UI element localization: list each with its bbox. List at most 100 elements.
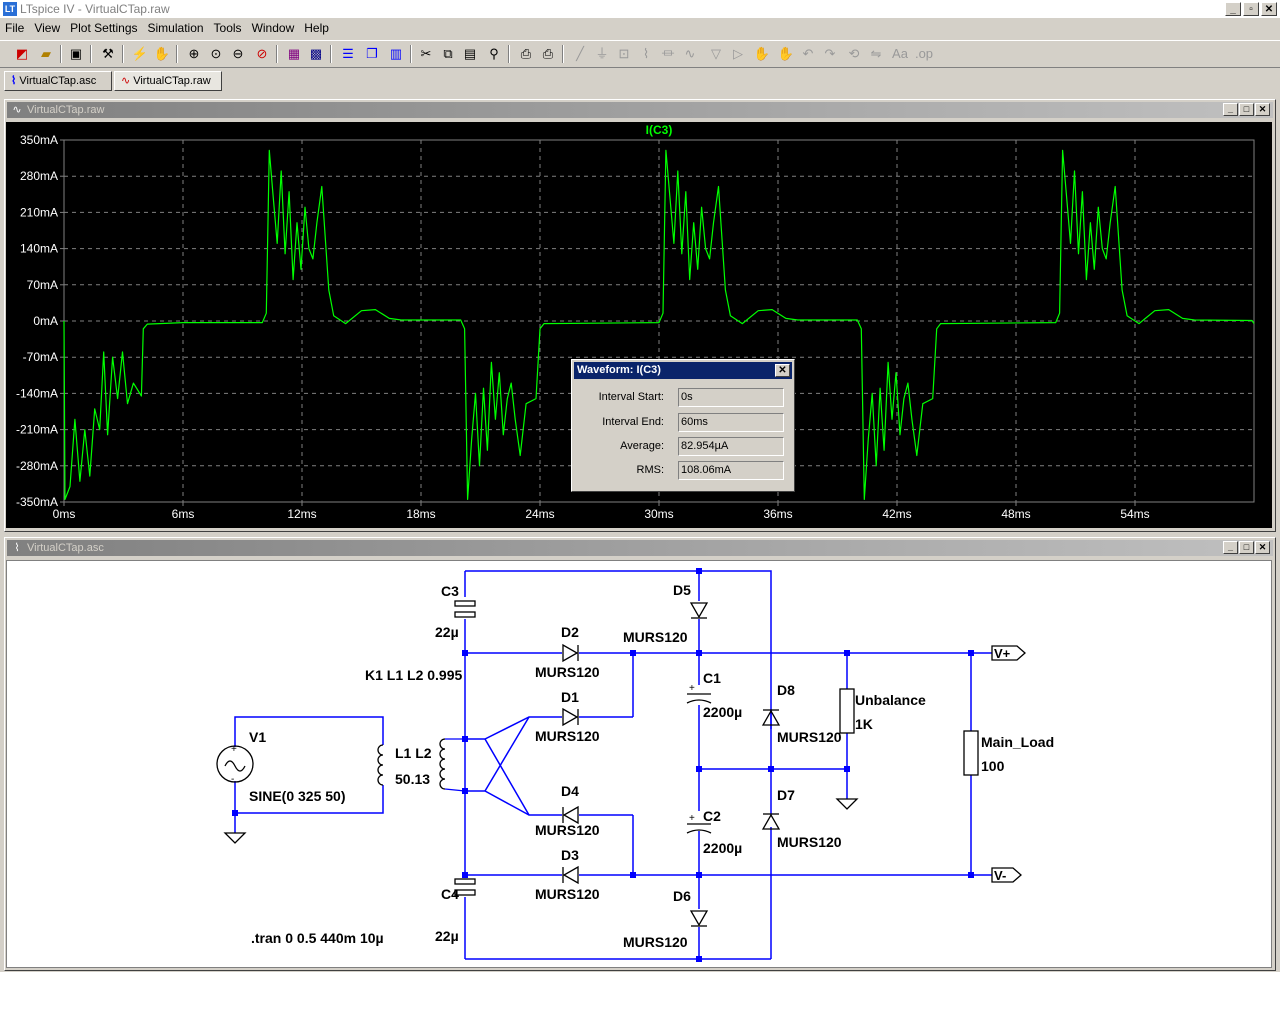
autorange-icon[interactable]: ▦ <box>284 44 304 64</box>
schematic-drawing[interactable]: + + + - C3 22µ C4 22µ C1 2200µ C2 2200µ … <box>7 561 1271 967</box>
wire-icon[interactable]: ╱ <box>570 44 590 64</box>
zoom-fit-icon[interactable]: ⊙ <box>206 44 226 64</box>
diode-d1[interactable] <box>562 707 579 727</box>
x-tick-label: 6ms <box>172 507 195 521</box>
schematic-window-title-bar[interactable]: ⌇ VirtualCTap.asc _ □ ✕ <box>7 540 1273 556</box>
maximize-button[interactable]: □ <box>1239 103 1254 116</box>
ground-icon[interactable]: ⏚ <box>592 44 612 64</box>
maximize-button[interactable]: □ <box>1239 541 1254 554</box>
toolbar-separator <box>508 45 510 63</box>
drag-icon[interactable]: ✋ <box>776 44 796 64</box>
paste-icon[interactable]: ▤ <box>460 44 480 64</box>
print-preview-icon[interactable]: ⎙ <box>516 44 536 64</box>
control-panel-icon[interactable]: ⚒ <box>98 44 118 64</box>
minimize-button[interactable]: _ <box>1223 103 1238 116</box>
c4-value: 22µ <box>435 928 459 944</box>
cascade-icon[interactable]: ❐ <box>362 44 382 64</box>
dialog-close-button[interactable]: ✕ <box>775 364 790 377</box>
junction-dot <box>968 650 974 656</box>
y-tick-label: 280mA <box>20 169 58 183</box>
close-button[interactable]: ✕ <box>1255 541 1270 554</box>
open-folder-icon[interactable]: ▰ <box>36 44 56 64</box>
l-name: L1 L2 <box>395 745 432 761</box>
zoom-in-icon[interactable]: ⊕ <box>184 44 204 64</box>
component-icon[interactable]: ▷ <box>728 44 748 64</box>
d5-name: D5 <box>673 582 691 598</box>
menu-help[interactable]: Help <box>299 21 334 35</box>
waveform-measurement-dialog: Waveform: I(C3) ✕ Interval Start: 0s Int… <box>571 359 795 492</box>
capacitor-icon[interactable]: ⏛ <box>658 44 678 64</box>
label-net-icon[interactable]: ⊡ <box>614 44 634 64</box>
d5-model: MURS120 <box>623 629 688 645</box>
junction-dot <box>696 766 702 772</box>
redo-icon[interactable]: ↷ <box>820 44 840 64</box>
inductor-l2[interactable] <box>439 738 446 790</box>
diode-d7[interactable] <box>761 813 781 830</box>
run-icon[interactable]: ⚡ <box>130 44 150 64</box>
diode-d5[interactable] <box>689 602 709 619</box>
tran-directive[interactable]: .tran 0 0.5 440m 10µ <box>251 930 384 946</box>
menu-file[interactable]: File <box>0 21 29 35</box>
copy-icon[interactable]: ⧉ <box>438 44 458 64</box>
spice-directive-icon[interactable]: .op <box>914 44 934 64</box>
find-icon[interactable]: ⚲ <box>484 44 504 64</box>
zoom-cancel-icon[interactable]: ⊘ <box>252 44 272 64</box>
resistor-unbalance[interactable] <box>839 688 855 734</box>
interval-start-field[interactable]: 0s <box>678 388 784 407</box>
tile-vertical-icon[interactable]: ▥ <box>386 44 406 64</box>
menu-plot-settings[interactable]: Plot Settings <box>65 21 142 35</box>
menu-window[interactable]: Window <box>247 21 300 35</box>
restore-button[interactable]: ▫ <box>1243 2 1259 16</box>
save-icon[interactable]: ▣ <box>66 44 86 64</box>
interval-end-field[interactable]: 60ms <box>678 413 784 432</box>
capacitor-c3[interactable] <box>454 600 476 618</box>
tab-schematic[interactable]: ⌇ VirtualCTap.asc <box>4 71 112 91</box>
d8-model: MURS120 <box>777 729 842 745</box>
zoom-out-icon[interactable]: ⊖ <box>228 44 248 64</box>
new-schematic-icon[interactable]: ◩ <box>12 44 32 64</box>
tab-waveform[interactable]: ∿ VirtualCTap.raw <box>114 71 222 91</box>
grid-icon[interactable]: ▩ <box>306 44 326 64</box>
cut-icon[interactable]: ✂ <box>416 44 436 64</box>
diode-d6[interactable] <box>689 910 709 927</box>
rms-row: RMS: 108.06mA <box>572 461 792 481</box>
resistor-main-load[interactable] <box>963 730 979 776</box>
minimize-button[interactable]: _ <box>1225 2 1241 16</box>
print-icon[interactable]: ⎙ <box>538 44 558 64</box>
coupling-directive[interactable]: K1 L1 L2 0.995 <box>365 667 462 683</box>
minimize-button[interactable]: _ <box>1223 541 1238 554</box>
diode-icon[interactable]: ▽ <box>706 44 726 64</box>
dialog-title-bar[interactable]: Waveform: I(C3) ✕ <box>574 362 792 379</box>
move-icon[interactable]: ✋ <box>752 44 772 64</box>
menu-tools[interactable]: Tools <box>209 21 247 35</box>
inductor-l1[interactable] <box>377 744 384 786</box>
rotate-icon[interactable]: ⟲ <box>844 44 864 64</box>
diode-d4[interactable] <box>562 805 579 825</box>
window-title: LTspice IV - VirtualCTap.raw <box>20 2 170 16</box>
polarity-mark: + <box>231 744 237 755</box>
undo-icon[interactable]: ↶ <box>798 44 818 64</box>
y-tick-label: 0mA <box>33 314 58 328</box>
close-button[interactable]: ✕ <box>1255 103 1270 116</box>
text-icon[interactable]: Aa <box>890 44 910 64</box>
toolbar-separator <box>330 45 332 63</box>
resistor-icon[interactable]: ⌇ <box>636 44 656 64</box>
diode-d3[interactable] <box>562 865 579 885</box>
close-button[interactable]: ✕ <box>1261 2 1277 16</box>
halt-icon[interactable]: ✋ <box>152 44 172 64</box>
inductor-icon[interactable]: ∿ <box>680 44 700 64</box>
menu-view[interactable]: View <box>29 21 65 35</box>
unbalance-value: 1K <box>855 716 873 732</box>
mirror-icon[interactable]: ⇋ <box>866 44 886 64</box>
average-field[interactable]: 82.954µA <box>678 437 784 456</box>
x-tick-label: 48ms <box>1001 507 1030 521</box>
rms-field[interactable]: 108.06mA <box>678 461 784 480</box>
menu-simulation[interactable]: Simulation <box>143 21 209 35</box>
x-tick-label: 0ms <box>53 507 76 521</box>
waveform-window-title-bar[interactable]: ∿ VirtualCTap.raw _ □ ✕ <box>7 102 1273 118</box>
tile-horizontal-icon[interactable]: ☰ <box>338 44 358 64</box>
d4-model: MURS120 <box>535 822 600 838</box>
capacitor-c1[interactable] <box>686 693 712 704</box>
diode-d2[interactable] <box>562 643 579 663</box>
schematic-canvas[interactable]: + + + - C3 22µ C4 22µ C1 2200µ C2 2200µ … <box>6 560 1272 968</box>
